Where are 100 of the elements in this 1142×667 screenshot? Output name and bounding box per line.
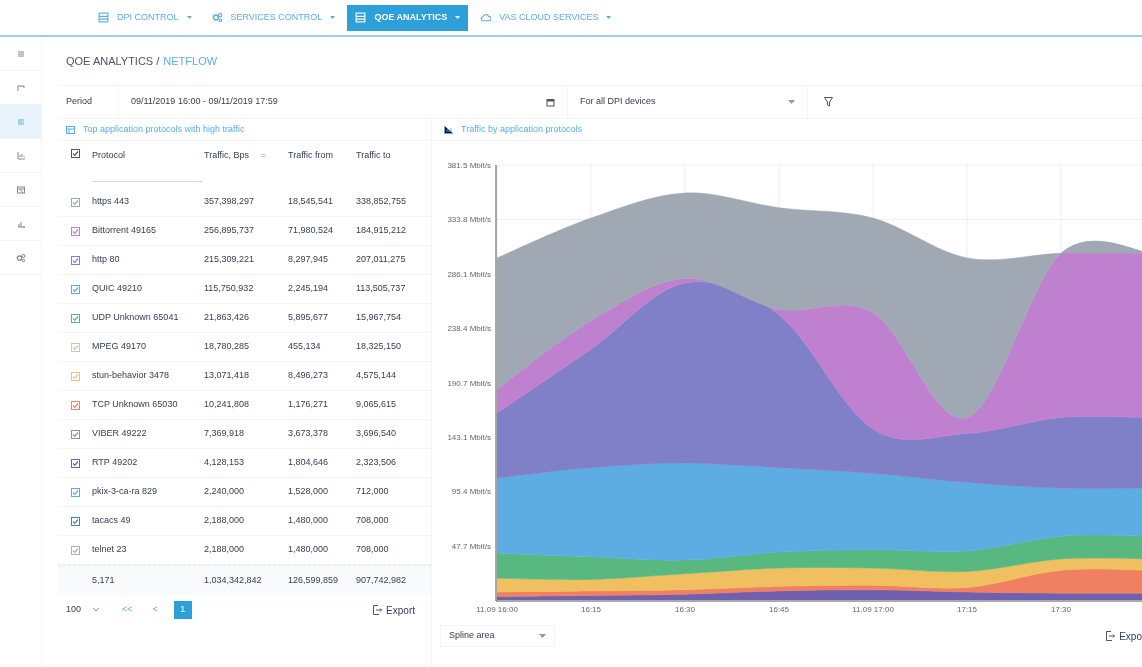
axis-label: 143.1 Mbit/s — [447, 432, 491, 442]
table-cell-text: 7,369,918 — [204, 427, 246, 441]
table-cell-text: http 80 — [92, 253, 121, 267]
table-cell-text: 115,750,932 — [204, 282, 255, 296]
gears-icon — [15, 252, 26, 263]
panel-title: Traffic by application protocols — [461, 122, 583, 136]
table-cell-text: 4,128,153 — [204, 456, 246, 470]
period-field[interactable]: 09/11/2019 16:00 - 09/11/2019 17:59 — [118, 86, 568, 118]
caret-icon — [788, 100, 795, 104]
grid-icon — [355, 12, 367, 23]
checkbox[interactable] — [70, 429, 80, 439]
panel-title: Top application protocols with high traffic — [83, 122, 245, 136]
column-header[interactable]: Traffic to — [356, 149, 391, 163]
caret-icon — [93, 608, 100, 612]
checkbox[interactable] — [70, 226, 80, 236]
breadcrumb-section: QOE ANALYTICS / — [66, 52, 160, 70]
table-cell-text: 13,071,418 — [204, 369, 251, 383]
table-cell-text: pkix-3-ca-ra 829 — [92, 485, 159, 499]
table-cell-text: 256,895,737 — [204, 224, 256, 238]
table-cell-text: 4,575,144 — [356, 369, 398, 383]
table-cell-text: 2,323,506 — [356, 456, 398, 470]
checkbox[interactable] — [70, 487, 80, 497]
table-cell-text: 455,134 — [288, 340, 322, 354]
table-cell-text: 3,696,540 — [356, 427, 398, 441]
table-cell-text: 2,188,000 — [204, 543, 246, 557]
table-cell-text: RTP 49202 — [92, 456, 139, 470]
table-cell-text: MPEG 49170 — [92, 340, 148, 354]
axis-label: 238.4 Mbit/s — [447, 324, 491, 334]
table-cell-text: 18,325,150 — [356, 340, 403, 354]
table-cell-text: stun-behavior 3478 — [92, 369, 171, 383]
table-cell-text: VIBER 49222 — [92, 427, 148, 441]
table-cell-text: TCP Unknown 65030 — [92, 398, 179, 412]
column-header[interactable]: Protocol — [92, 149, 126, 163]
sidebar-item[interactable] — [0, 105, 41, 139]
device-select[interactable]: For all DPI devices — [568, 86, 808, 118]
table-cell-text: 1,528,000 — [288, 485, 330, 499]
table-cell-text: 10,241,808 — [204, 398, 251, 412]
table-cell-text: 708,000 — [356, 514, 390, 528]
table-cell-text: 1,176,271 — [288, 398, 330, 412]
table-cell-text: tacacs 49 — [92, 514, 132, 528]
bracket-icon — [15, 82, 26, 93]
checkbox[interactable] — [70, 197, 80, 207]
axis-label: 190.7 Mbit/s — [447, 378, 491, 388]
column-header[interactable]: Traffic from — [288, 149, 333, 163]
export-button[interactable]: Export — [373, 602, 415, 618]
export-icon — [373, 605, 383, 615]
table-cell-text: 207,011,275 — [356, 253, 407, 267]
cloud-icon — [480, 12, 492, 23]
table-cell-text: 184,915,212 — [356, 224, 408, 238]
table-cell-text: 712,000 — [356, 485, 390, 499]
checkbox[interactable] — [70, 516, 80, 526]
checkbox[interactable] — [70, 284, 80, 294]
table-cell-text: 9,065,615 — [356, 398, 398, 412]
table-cell-text: 708,000 — [356, 543, 390, 557]
table-cell-text: QUIC 49210 — [92, 282, 144, 296]
table-cell-text: 8,297,945 — [288, 253, 330, 267]
table-cell-text: 2,240,000 — [204, 485, 246, 499]
axis-label: 286.1 Mbit/s — [447, 269, 491, 279]
axis-label: 17:15 — [957, 605, 977, 614]
axis-label: 381.5 Mbit/s — [447, 161, 491, 170]
checkbox[interactable] — [70, 400, 80, 410]
caret-icon — [539, 634, 546, 638]
checkbox[interactable] — [70, 149, 80, 158]
caret-icon — [186, 16, 192, 19]
table-cell-text: 1,480,000 — [288, 543, 330, 557]
checkbox[interactable] — [70, 545, 80, 555]
caret-icon — [606, 16, 612, 19]
axis-label: 17:30 — [1051, 605, 1071, 614]
table-cell-text: UDP Unknown 65041 — [92, 311, 180, 325]
filter-icon[interactable] — [824, 97, 833, 107]
total-cell-text: 126,599,859 — [288, 573, 340, 587]
table-cell-text: Bittorrent 49165 — [92, 224, 158, 238]
table-cell-text: 1,480,000 — [288, 514, 330, 528]
table-icon — [66, 125, 75, 134]
axis-label: 16:30 — [675, 605, 695, 614]
table-cell-text: 2,188,000 — [204, 514, 246, 528]
table-cell-text: 18,545,541 — [288, 195, 335, 209]
calendar-icon[interactable] — [546, 97, 555, 107]
table-cell-text: 5,895,677 — [288, 311, 330, 325]
table-cell-text: 71,980,524 — [288, 224, 335, 238]
chart-type-select[interactable]: Spline area — [440, 625, 555, 647]
table-cell-text: 21,863,426 — [204, 311, 251, 325]
caret-icon — [330, 16, 336, 19]
axis-label: 11.09 16:00 — [476, 605, 518, 614]
table-cell-text: 2,245,194 — [288, 282, 330, 296]
menu-icon — [15, 48, 26, 59]
checkbox[interactable] — [70, 255, 80, 265]
axis-label: 16:45 — [769, 605, 789, 614]
column-header[interactable]: Traffic, Bps — [204, 149, 249, 163]
export-icon — [1106, 631, 1116, 641]
list-icon — [15, 116, 26, 127]
export-button[interactable]: Expo — [1106, 628, 1142, 644]
checkbox[interactable] — [70, 458, 80, 468]
checkbox[interactable] — [70, 313, 80, 323]
page-size-select[interactable]: 100 — [66, 603, 106, 617]
axis-label: 11.09 17:00 — [852, 605, 894, 614]
total-cell-text: 5,171 — [92, 573, 116, 587]
table-cell-text: 357,398,297 — [204, 195, 256, 209]
table-cell-text: 3,673,378 — [288, 427, 330, 441]
table-cell-text: 113,505,737 — [356, 282, 407, 296]
